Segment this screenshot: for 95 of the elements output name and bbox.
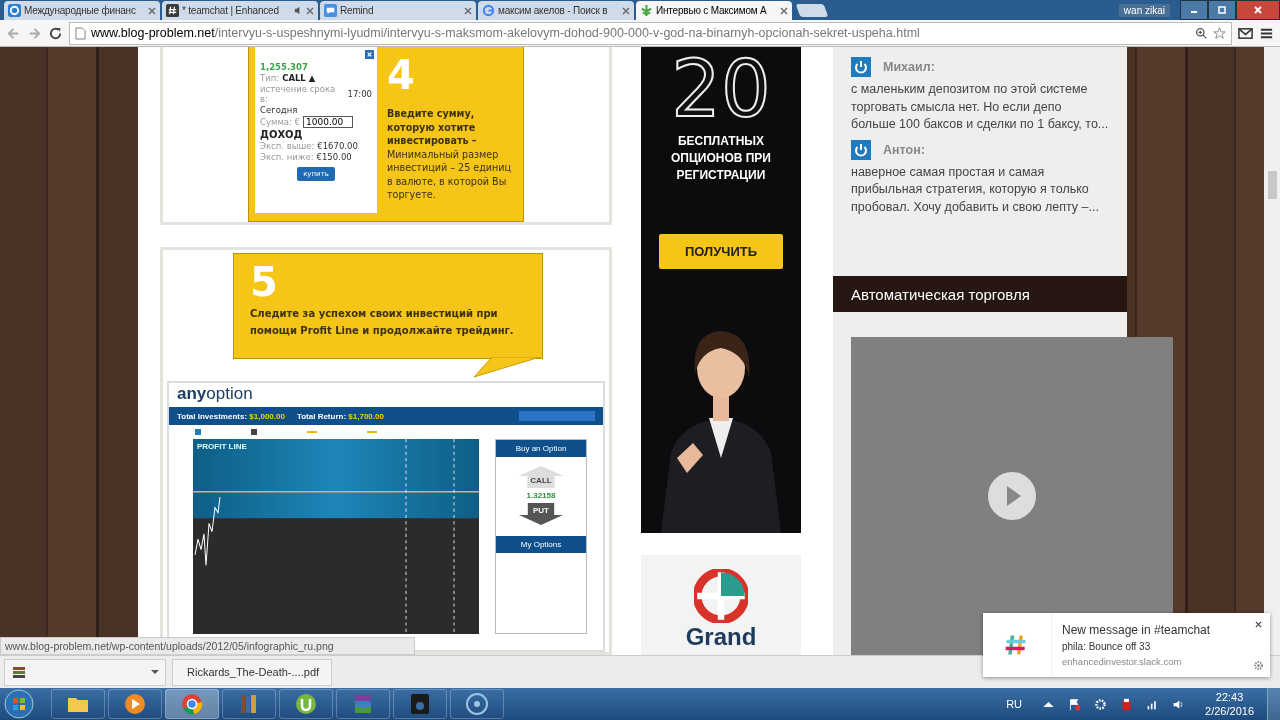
- panel-title: Buy an Option: [496, 440, 586, 457]
- power-icon: [851, 57, 871, 77]
- power-icon: [851, 139, 871, 160]
- field-label: Эксп. ниже:: [260, 152, 314, 162]
- notification-message: phila: Bounce off 33: [1062, 641, 1152, 652]
- gear-icon[interactable]: [1094, 697, 1108, 711]
- ad-banner[interactable]: 20 БЕСПЛАТНЫХ ОПЦИОНОВ ПРИ РЕГИСТРАЦИИ ПОЛУЧИТЬ: [641, 47, 801, 533]
- browser-tab[interactable]: Международные финанс: [4, 1, 160, 20]
- notification-title: New message in #teamchat: [1062, 623, 1211, 637]
- ad-banner[interactable]: Grand: [641, 555, 801, 655]
- step-text: Следите за успехом своих инвестиций при помощи Profit Line и продолжайте трейдинг.: [250, 307, 515, 338]
- start-button[interactable]: [4, 689, 34, 719]
- new-tab-button[interactable]: [795, 4, 829, 17]
- address-bar[interactable]: www.blog-problem.net/intervyu-s-uspeshnymi-lyudmi/intervyu-s-maksmom-akelovym-dohod-900-000-v-god-na-binarnyh-opcionah-sekret-uspeha.html: [69, 21, 1232, 45]
- field-value: €150.00: [316, 152, 352, 162]
- browser-icon[interactable]: [180, 692, 204, 716]
- hash-icon: [166, 4, 179, 17]
- income-heading: ДОХОД: [260, 129, 304, 140]
- browser-tab[interactable]: * teamchat | Enhanced: [162, 1, 318, 20]
- mail-icon[interactable]: [1238, 25, 1253, 41]
- maximize-button[interactable]: [1208, 0, 1236, 20]
- close-icon[interactable]: [148, 6, 156, 15]
- field-value: CALL ▲: [282, 73, 316, 83]
- close-icon[interactable]: [622, 6, 630, 15]
- ad-number: 20: [671, 49, 771, 129]
- close-icon: [1253, 5, 1263, 15]
- play-icon[interactable]: [988, 472, 1036, 520]
- ad-text: БЕСПЛАТНЫХ ОПЦИОНОВ ПРИ РЕГИСТРАЦИИ: [670, 133, 772, 184]
- status-url: www.blog-problem.net/wp-content/uploads/2012/05/infographic_ru.png: [0, 637, 415, 655]
- call-button[interactable]: CALL: [518, 466, 564, 488]
- clock-date[interactable]: 2/26/2016: [1205, 704, 1254, 718]
- step-text: Введите сумму, которую хотите инвестировать – Минимальный размер инвестиций – 25 единиц в валюте, в которой Вы торгуете.: [387, 107, 513, 202]
- logo-icon: [694, 569, 748, 623]
- stat-text: Total Return: $1,700.00: [296, 411, 384, 421]
- legend-swatch: [195, 429, 201, 435]
- field-label: Сумма: €: [260, 117, 300, 127]
- g-icon: [482, 4, 495, 17]
- browser-tab[interactable]: Remind: [320, 1, 476, 20]
- browser-tab[interactable]: Интервью с Максимом А: [636, 1, 792, 20]
- field-label: истечение срока в:: [260, 84, 337, 104]
- browser-tab[interactable]: максим акелов - Поиск в: [478, 1, 634, 20]
- reader-icon[interactable]: [408, 692, 432, 716]
- day-text: Сегодня: [260, 105, 299, 115]
- close-button[interactable]: [1236, 0, 1280, 20]
- flag-icon[interactable]: [1068, 697, 1082, 711]
- chat-bubble-icon: [324, 4, 337, 17]
- device-icon[interactable]: [1120, 697, 1134, 711]
- download-item[interactable]: Rickards_The-Death-....pdf: [172, 658, 332, 686]
- close-icon[interactable]: [306, 6, 314, 15]
- clock-time[interactable]: 22:43: [1215, 690, 1244, 704]
- ad-button[interactable]: ПОЛУЧИТЬ: [658, 234, 784, 269]
- chart-label: PROFIT LINE: [197, 442, 247, 451]
- legend-swatch: [251, 429, 257, 435]
- settings-icon[interactable]: [1253, 660, 1264, 671]
- field-value: €1670.00: [317, 141, 358, 151]
- close-icon[interactable]: [365, 50, 374, 59]
- books-icon: [11, 664, 27, 680]
- price-text: 1,255.307: [260, 62, 309, 72]
- logo-text: anyoption: [176, 383, 254, 405]
- media-player-icon[interactable]: [123, 692, 147, 716]
- profile-name[interactable]: wan zikai: [1118, 3, 1170, 17]
- panel-title: My Options: [496, 536, 586, 553]
- close-icon[interactable]: [464, 6, 472, 15]
- step-number: 5: [250, 262, 279, 302]
- amount-field[interactable]: 1000.00: [303, 116, 353, 128]
- page-icon: [75, 26, 86, 40]
- comment-text[interactable]: наверное самая простая и самая прибыльная стратегия, которую я только пробовал. Хочу добавить и свою лепту –...: [851, 163, 1109, 216]
- notification-source: enhancedinvestor.slack.com: [1062, 656, 1183, 667]
- notification[interactable]: New message in #teamchat phila: Bounce off 33 enhancedinvestor.slack.com: [983, 613, 1270, 677]
- download-item[interactable]: [4, 658, 166, 686]
- ring-icon: [8, 4, 21, 17]
- brand-name: Grand: [685, 623, 757, 651]
- widget-title: Автоматическая торговля: [851, 285, 1030, 303]
- field-label: Тип:: [260, 73, 280, 83]
- stat-text: Total Investments: $1,000.00: [177, 411, 285, 421]
- scrollbar[interactable]: [1264, 47, 1280, 655]
- step-number: 4: [387, 55, 416, 95]
- zoom-icon[interactable]: [1195, 26, 1208, 40]
- caret-icon[interactable]: [151, 670, 159, 674]
- close-icon[interactable]: [780, 6, 788, 15]
- put-button[interactable]: PUT: [519, 503, 563, 525]
- minimize-button[interactable]: [1180, 0, 1208, 20]
- field-value: 17:00: [347, 89, 372, 99]
- rate-text: 1.32158: [526, 491, 556, 500]
- torrent-icon[interactable]: [294, 692, 318, 716]
- leaf-icon: [640, 4, 653, 17]
- close-icon[interactable]: [1255, 621, 1262, 628]
- disc-icon[interactable]: [465, 692, 489, 716]
- field-label: Эксп. выше:: [260, 141, 315, 151]
- star-icon[interactable]: [1213, 26, 1226, 40]
- language-indicator[interactable]: RU: [1006, 698, 1023, 710]
- maximize-icon: [1217, 5, 1227, 15]
- reload-icon[interactable]: [48, 25, 63, 41]
- comment-text[interactable]: с маленьким депозитом по этой системе торговать смысла нет. Но если депо больше 100 баксов и сделки по 1 баксу, то...: [851, 81, 1109, 134]
- hash-icon: [1003, 632, 1029, 658]
